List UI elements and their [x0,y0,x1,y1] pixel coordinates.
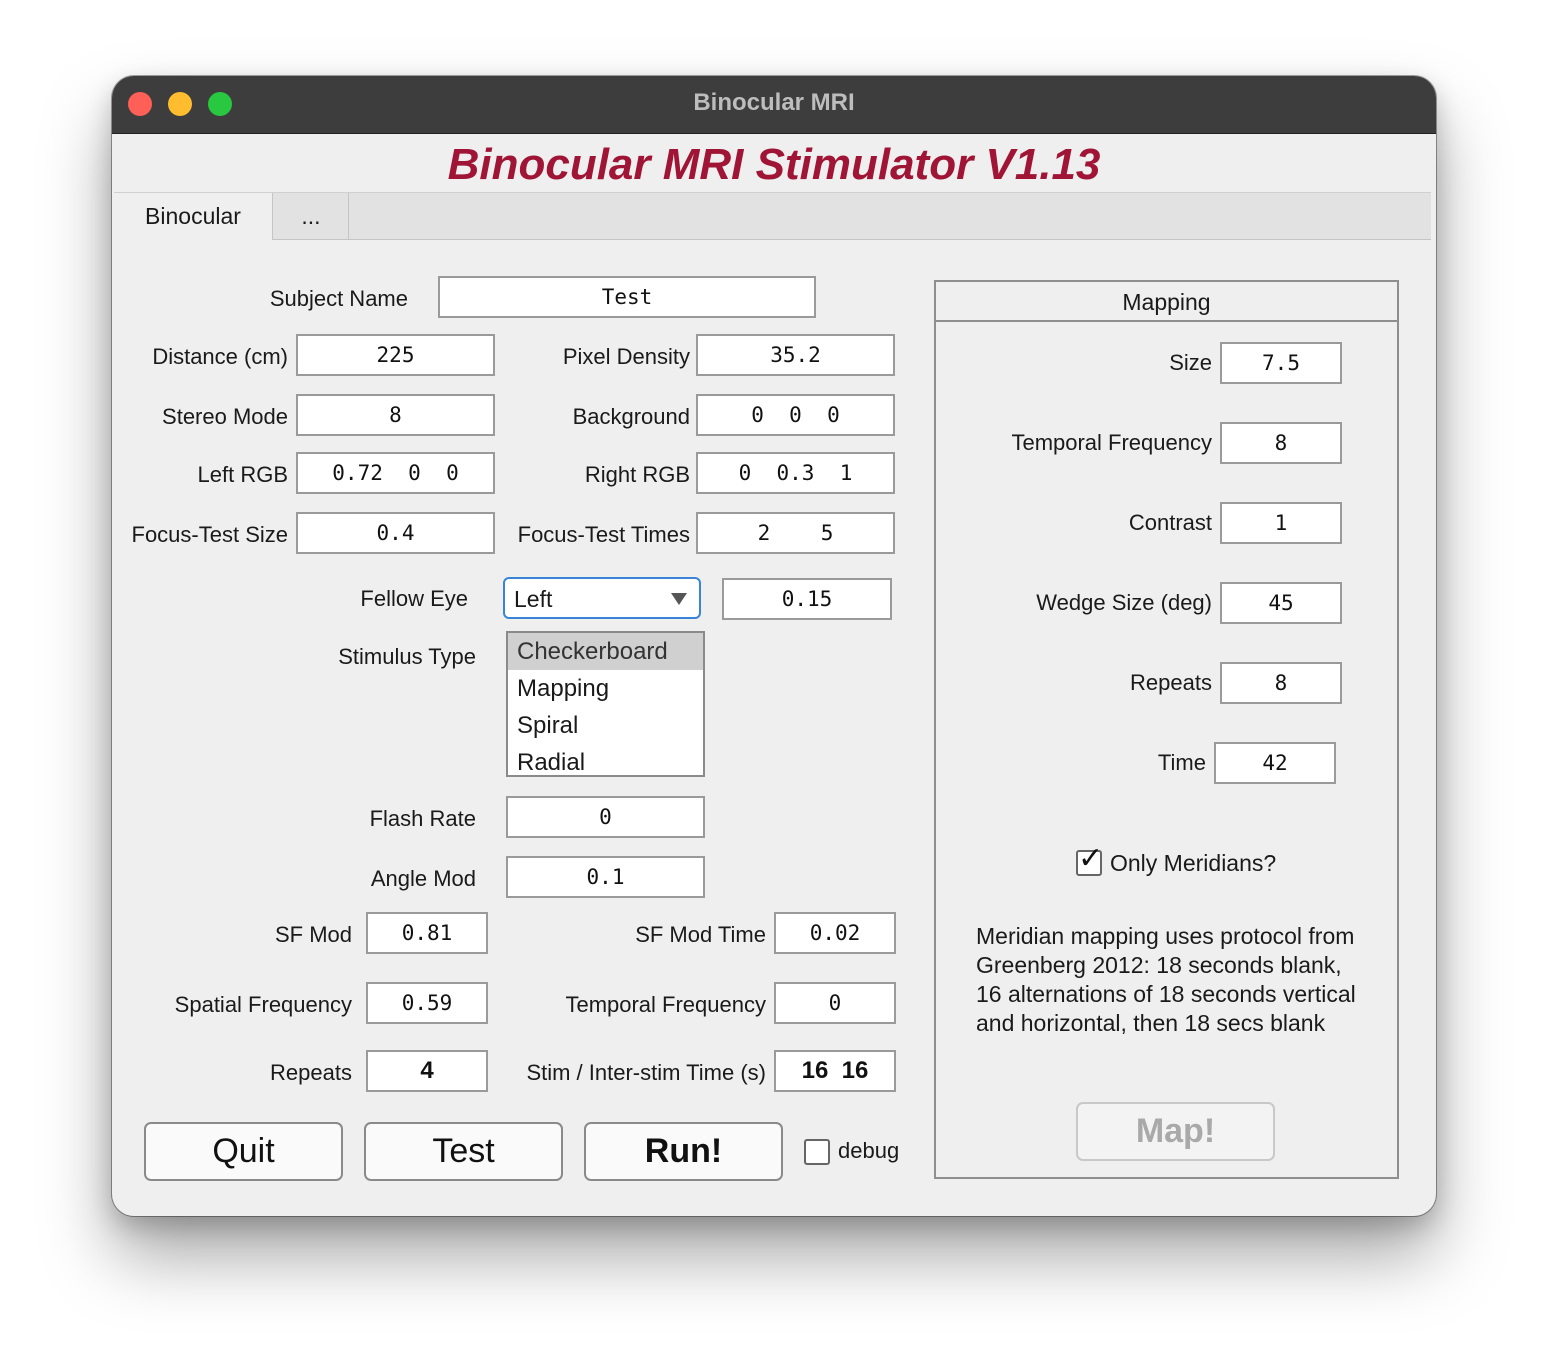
subject-name-input[interactable]: Test [438,276,816,318]
app-title: Binocular MRI Stimulator V1.13 [447,140,1101,189]
pixel-density-label: Pixel Density [562,344,690,369]
angle-mod-label: Angle Mod [370,866,476,891]
tab-bar: Binocular ... [114,192,1431,240]
list-item-checkerboard[interactable]: Checkerboard [508,633,703,670]
debug-label: debug [838,1138,900,1163]
mapping-repeats-input[interactable]: 8 [1220,662,1342,704]
left-rgb-input[interactable]: 0.72 0 0 [296,452,495,494]
angle-mod-input[interactable]: 0.1 [506,856,705,898]
mapping-temporal-frequency-label: Temporal Frequency [1011,430,1212,455]
mapping-time-label: Time [1157,750,1206,775]
mapping-repeats-label: Repeats [1130,670,1212,695]
stereo-mode-label: Stereo Mode [162,404,288,429]
spatial-frequency-input[interactable]: 0.59 [366,982,488,1024]
mapping-size-input[interactable]: 7.5 [1220,342,1342,384]
background-label: Background [572,404,690,429]
flash-rate-label: Flash Rate [369,806,476,831]
list-item-radial[interactable]: Radial [508,744,703,781]
focus-test-times-label: Focus-Test Times [517,522,690,547]
stim-time-label: Stim / Inter-stim Time (s) [526,1060,766,1085]
window-title: Binocular MRI [693,89,855,116]
temporal-frequency-label: Temporal Frequency [565,992,766,1017]
tab-binocular[interactable]: Binocular [114,193,273,240]
sf-mod-label: SF Mod [274,922,352,947]
repeats-label: Repeats [270,1060,352,1085]
focus-test-size-label: Focus-Test Size [131,522,289,547]
list-item-spiral[interactable]: Spiral [508,707,703,744]
sf-mod-time-input[interactable]: 0.02 [774,912,896,954]
pixel-density-input[interactable]: 35.2 [696,334,895,376]
temporal-frequency-input[interactable]: 0 [774,982,896,1024]
fellow-eye-dropdown[interactable]: Left [503,577,701,619]
meridian-description: Meridian mapping uses protocol from Gree… [976,923,1356,1036]
only-meridians-label: Only Meridians? [1110,850,1277,876]
left-rgb-label: Left RGB [197,462,288,487]
stim-time-input[interactable]: 16 16 [774,1050,896,1092]
only-meridians-checkbox[interactable]: ✓ [1076,844,1103,876]
fellow-eye-value-input[interactable]: 0.15 [722,578,892,620]
mapping-panel-title: Mapping [936,282,1397,322]
test-button[interactable]: Test [364,1122,563,1181]
mapping-time-input[interactable]: 42 [1214,742,1336,784]
mapping-size-label: Size [1169,350,1212,375]
focus-test-size-input[interactable]: 0.4 [296,512,495,554]
flash-rate-input[interactable]: 0 [506,796,705,838]
stimulus-type-list[interactable]: Checkerboard Mapping Spiral Radial [506,631,705,777]
right-rgb-label: Right RGB [584,462,690,487]
background-input[interactable]: 0 0 0 [696,394,895,436]
chevron-down-icon [671,593,687,605]
quit-button[interactable]: Quit [144,1122,343,1181]
mapping-contrast-input[interactable]: 1 [1220,502,1342,544]
map-button[interactable]: Map! [1076,1102,1275,1161]
sf-mod-input[interactable]: 0.81 [366,912,488,954]
stereo-mode-input[interactable]: 8 [296,394,495,436]
mapping-temporal-frequency-input[interactable]: 8 [1220,422,1342,464]
fellow-eye-label: Fellow Eye [360,586,468,611]
focus-test-times-input[interactable]: 2 5 [696,512,895,554]
tab-more[interactable]: ... [274,193,349,239]
repeats-input[interactable]: 4 [366,1050,488,1092]
wedge-size-input[interactable]: 45 [1220,582,1342,624]
wedge-size-label: Wedge Size (deg) [1036,590,1212,615]
checkmark-icon: ✓ [1078,842,1104,875]
stimulus-type-label: Stimulus Type [338,644,476,669]
list-item-mapping[interactable]: Mapping [508,670,703,707]
spatial-frequency-label: Spatial Frequency [174,992,352,1017]
run-button[interactable]: Run! [584,1122,783,1181]
distance-input[interactable]: 225 [296,334,495,376]
mapping-contrast-label: Contrast [1128,510,1212,535]
right-rgb-input[interactable]: 0 0.3 1 [696,452,895,494]
sf-mod-time-label: SF Mod Time [635,922,766,947]
debug-checkbox[interactable] [804,1139,830,1165]
app-window: Binocular MRI Binocular MRI Stimulator V… [112,76,1436,1216]
subject-name-label: Subject Name [269,286,408,311]
fellow-eye-selected: Left [514,586,553,612]
title-bar[interactable]: Binocular MRI [112,76,1436,134]
distance-label: Distance (cm) [152,344,288,369]
